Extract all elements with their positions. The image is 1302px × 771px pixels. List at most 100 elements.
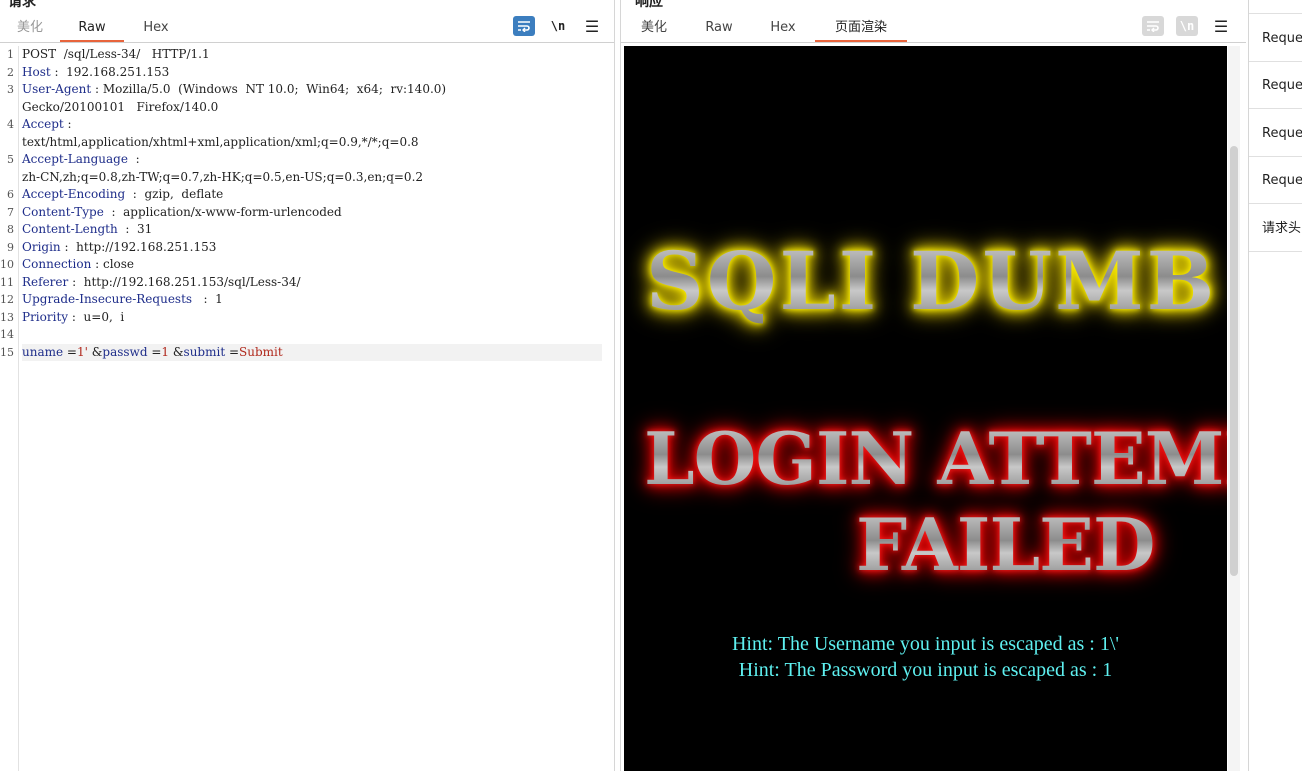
failed-banner: FAILED	[856, 502, 1155, 587]
code-token: Content-Type	[22, 204, 104, 219]
response-pane: 响应 美化 Raw Hex 页面渲染 \n ☰ SQLI DUMB SERIES…	[620, 0, 1246, 771]
code-line: 5 Accept-Language :	[0, 151, 614, 169]
line-text: Priority : u=0, i	[22, 309, 124, 327]
line-number: 10	[0, 258, 14, 271]
code-token: 1	[161, 344, 170, 359]
code-token: =	[147, 344, 162, 359]
menu-icon[interactable]: ☰	[581, 16, 603, 36]
code-line: zh-CN,zh;q=0.8,zh-TW;q=0.7,zh-HK;q=0.5,e…	[0, 169, 614, 187]
hint-username: Hint: The Username you input is escaped …	[731, 633, 1120, 655]
wrap-lines-icon[interactable]	[1142, 16, 1164, 36]
line-text: Connection : close	[22, 256, 134, 274]
code-token: POST /sql/Less-34/ HTTP/1.1	[22, 47, 210, 61]
request-pane: 请求 美化 Raw Hex \n ☰ 1 POST /sql/Less-34/ H…	[0, 0, 615, 771]
tab-raw[interactable]: Raw	[60, 14, 124, 42]
scrollbar-thumb[interactable]	[1230, 146, 1238, 576]
show-newlines-icon[interactable]: \n	[547, 16, 569, 36]
code-token: &	[87, 344, 103, 359]
code-token: Origin	[22, 239, 61, 254]
line-number: 12	[0, 293, 14, 306]
line-text: Host : 192.168.251.153	[22, 64, 169, 82]
line-number: 4	[7, 118, 14, 131]
code-line: 14	[0, 326, 614, 344]
code-line: 11 Referer : http://192.168.251.153/sql/L…	[0, 274, 614, 292]
code-line: 12 Upgrade-Insecure-Requests : 1	[0, 291, 614, 309]
line-text: zh-CN,zh;q=0.8,zh-TW;q=0.7,zh-HK;q=0.5,e…	[22, 169, 423, 187]
menu-icon[interactable]: ☰	[1210, 16, 1232, 36]
tab-divider	[621, 42, 1246, 43]
line-text: text/html,application/xhtml+xml,applicat…	[22, 134, 419, 152]
wrap-lines-icon[interactable]	[513, 16, 535, 36]
tab-divider	[0, 42, 614, 43]
code-line: 6 Accept-Encoding : gzip, deflate	[0, 186, 614, 204]
code-token: Accept-Language	[22, 152, 128, 166]
code-line: 1 POST /sql/Less-34/ HTTP/1.1	[0, 46, 614, 64]
tab-hex[interactable]: Hex	[751, 14, 815, 42]
line-text: Content-Type : application/x-www-form-ur…	[22, 204, 342, 222]
hint-password: Hint: The Password you input is escaped …	[738, 659, 1113, 681]
code-token: text/html,application/xhtml+xml,applicat…	[22, 134, 419, 149]
code-line: 10 Connection : close	[0, 256, 614, 274]
code-token: Accept	[22, 117, 64, 131]
code-line: 2 Host : 192.168.251.153	[0, 64, 614, 82]
code-token: Upgrade-Insecure-Requests	[22, 292, 193, 306]
code-token: passwd	[102, 344, 148, 359]
code-line: 9 Origin : http://192.168.251.153	[0, 239, 614, 257]
line-text: Accept-Encoding : gzip, deflate	[22, 186, 223, 204]
code-token: Content-Length	[22, 222, 118, 236]
request-tabs: 美化 Raw Hex	[0, 14, 188, 42]
tab-pretty[interactable]: 美化	[0, 14, 60, 42]
code-token: Accept-Encoding	[22, 187, 126, 201]
tab-pretty[interactable]: 美化	[621, 14, 687, 42]
line-number: 1	[7, 48, 14, 61]
show-newlines-icon[interactable]: \n	[1176, 16, 1198, 36]
line-number: 6	[7, 188, 14, 201]
scrollbar[interactable]	[1228, 46, 1240, 771]
inspector-item[interactable]: 请求头	[1249, 205, 1302, 252]
code-token: Submit	[239, 344, 283, 359]
line-text: Accept :	[22, 116, 72, 134]
code-line: text/html,application/xhtml+xml,applicat…	[0, 134, 614, 152]
line-number: 11	[0, 275, 14, 289]
code-token: &	[169, 344, 184, 359]
request-editor[interactable]: 1 POST /sql/Less-34/ HTTP/1.1 2 Host : 192.…	[0, 46, 614, 771]
code-token: : close	[91, 257, 135, 271]
line-text: Origin : http://192.168.251.153	[22, 239, 216, 257]
code-token: :	[63, 117, 72, 131]
code-token: : u=0, i	[68, 309, 125, 324]
code-line: Gecko/20100101 Firefox/140.0	[0, 99, 614, 117]
inspector-panel: Request Request Request Request 请求头	[1248, 0, 1302, 771]
line-text: Upgrade-Insecure-Requests : 1	[22, 291, 223, 309]
line-text: Gecko/20100101 Firefox/140.0	[22, 99, 218, 117]
code-token: Host	[22, 64, 51, 79]
line-text: Accept-Language :	[22, 151, 140, 169]
line-number: 2	[7, 65, 14, 79]
tab-raw[interactable]: Raw	[687, 14, 751, 42]
response-title: 响应	[635, 0, 663, 10]
inspector-item[interactable]: Request	[1249, 15, 1302, 62]
line-number: 5	[7, 153, 14, 166]
tab-render[interactable]: 页面渲染	[815, 14, 907, 42]
line-text: uname =1' &passwd =1 &submit =Submit	[22, 343, 602, 361]
code-token: : 192.168.251.153	[50, 64, 170, 79]
request-toolbar: \n ☰	[513, 16, 603, 36]
code-line: 8 Content-Length : 31	[0, 221, 614, 239]
inspector-item[interactable]: Request	[1249, 110, 1302, 157]
line-text: User-Agent : Mozilla/5.0 (Windows NT 10.…	[22, 81, 446, 99]
code-token: Referer	[22, 274, 69, 289]
inspector-top	[1249, 0, 1302, 14]
code-line: 13 Priority : u=0, i	[0, 309, 614, 327]
line-number: 9	[7, 240, 14, 254]
code-line: 3 User-Agent : Mozilla/5.0 (Windows NT 10…	[0, 81, 614, 99]
code-token: Gecko/20100101 Firefox/140.0	[22, 99, 219, 114]
inspector-item[interactable]: Request	[1249, 62, 1302, 109]
code-token: : gzip, deflate	[125, 187, 224, 201]
line-text: POST /sql/Less-34/ HTTP/1.1	[22, 46, 210, 64]
inspector-item[interactable]: Request	[1249, 157, 1302, 204]
sqli-dumb-banner: SQLI DUMB SERIES	[646, 234, 1227, 328]
code-token: =	[225, 344, 240, 359]
line-text: Referer : http://192.168.251.153/sql/Les…	[22, 274, 301, 292]
tab-hex[interactable]: Hex	[124, 14, 188, 42]
burp-repeater: 请求 美化 Raw Hex \n ☰ 1 POST /sql/Less-34/ H…	[0, 0, 1302, 771]
code-line: 15 uname =1' &passwd =1 &submit =Submit	[0, 343, 614, 361]
